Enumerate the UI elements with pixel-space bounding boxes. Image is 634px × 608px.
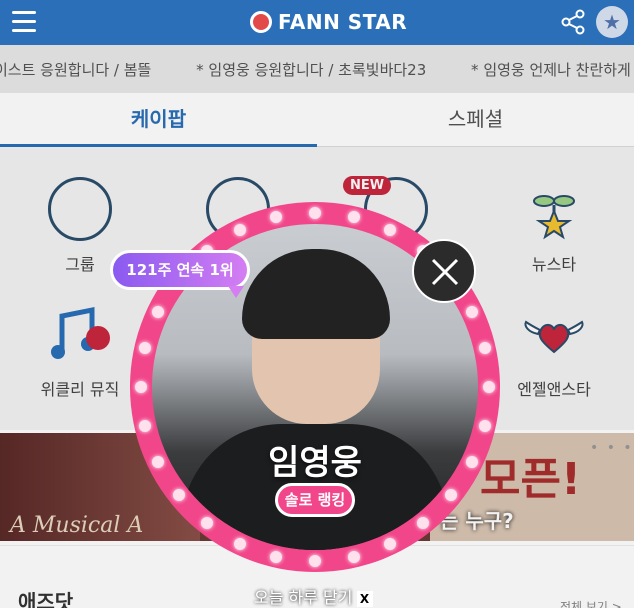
- ring-bulb: [347, 211, 360, 224]
- menu-icon[interactable]: [12, 11, 36, 33]
- ring-bulb: [233, 224, 246, 237]
- ring-bulb: [309, 207, 321, 219]
- close-today-link[interactable]: 오늘 하루 닫기 X: [254, 584, 373, 608]
- ring-bulb: [139, 419, 152, 432]
- ring-bulb: [465, 305, 478, 318]
- ring-bulb: [483, 381, 495, 393]
- solo-ranking-button[interactable]: 솔로 랭킹: [275, 483, 355, 517]
- close-popup-button[interactable]: [412, 239, 476, 303]
- top-header: FANN STAR ★: [0, 0, 634, 45]
- close-today-label: 오늘 하루 닫기: [254, 588, 353, 607]
- ring-bulb: [478, 419, 491, 432]
- app-logo[interactable]: FANN STAR: [250, 9, 407, 35]
- artist-hair: [242, 249, 390, 339]
- logo-badge-icon: [250, 11, 272, 33]
- streak-badge-tail: [228, 286, 244, 298]
- streak-badge: 121주 연속 1위: [110, 250, 250, 290]
- favorite-star-icon[interactable]: ★: [596, 6, 628, 38]
- close-today-x: X: [356, 591, 373, 607]
- ring-bulb: [200, 517, 213, 530]
- ring-bulb: [270, 550, 283, 563]
- close-icon: [431, 258, 459, 286]
- artist-name: 임영웅: [268, 443, 362, 483]
- ring-bulb: [347, 550, 360, 563]
- ring-bulb: [152, 305, 165, 318]
- logo-text: FANN STAR: [278, 10, 408, 34]
- ring-bulb: [135, 381, 147, 393]
- share-icon[interactable]: [560, 9, 586, 35]
- ring-bulb: [309, 555, 321, 567]
- ring-bulb: [478, 342, 491, 355]
- ring-bulb: [233, 537, 246, 550]
